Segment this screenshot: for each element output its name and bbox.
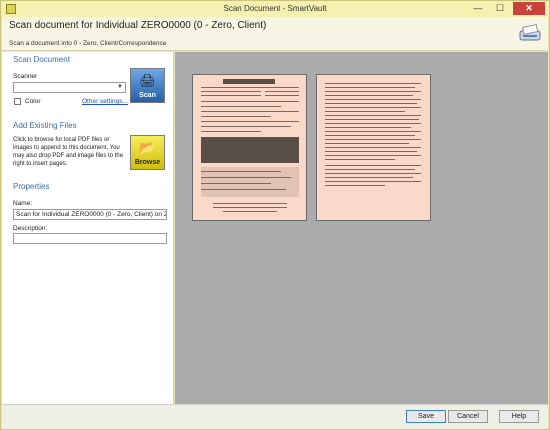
browse-button-label: Browse (134, 159, 161, 166)
properties-heading: Properties (13, 182, 50, 191)
other-settings-link[interactable]: Other settings... (82, 98, 128, 105)
footer: Save Cancel Help (2, 404, 548, 429)
window-title: Scan Document - SmartVault (223, 4, 327, 13)
help-button[interactable]: Help (499, 410, 539, 423)
title-bar[interactable]: Scan Document - SmartVault — ☐ ✕ (1, 1, 549, 17)
color-checkbox[interactable] (14, 98, 21, 105)
add-files-description: Click to browse for local PDF files or i… (13, 137, 124, 167)
browse-button[interactable]: 📂 Browse (130, 135, 165, 170)
scanner-select[interactable]: ▼ (13, 82, 126, 93)
left-panel: Scan Document Scanner ▼ Color Other sett… (2, 52, 174, 404)
page-title: Scan document for Individual ZERO0000 (0… (9, 20, 267, 31)
scanner-glyph-icon: 🖨 (139, 73, 156, 88)
close-button[interactable]: ✕ (513, 2, 545, 15)
folder-icon: 📂 (139, 140, 156, 155)
scanner-icon (519, 24, 541, 41)
preview-page[interactable] (192, 74, 307, 221)
add-existing-files-heading: Add Existing Files (13, 121, 77, 130)
minimize-button[interactable]: — (469, 2, 487, 15)
name-input[interactable]: Scan for Individual ZERO0000 (0 - Zero, … (13, 209, 167, 220)
scan-button-label: Scan (139, 92, 156, 99)
header: Scan document for Individual ZERO0000 (0… (2, 17, 548, 51)
cancel-button[interactable]: Cancel (448, 410, 488, 423)
scan-button[interactable]: 🖨 Scan (130, 68, 165, 103)
color-label: Color (25, 98, 41, 105)
description-label: Description: (13, 225, 48, 232)
preview-page[interactable] (316, 74, 431, 221)
maximize-button[interactable]: ☐ (491, 2, 509, 15)
scanner-label: Scanner (13, 73, 38, 80)
description-input[interactable] (13, 233, 167, 244)
name-label: Name: (13, 200, 33, 207)
save-button[interactable]: Save (406, 410, 446, 423)
page-subtitle: Scan a document into 0 - Zero, Client/Co… (9, 40, 167, 47)
page-preview-area[interactable] (175, 52, 548, 404)
scan-document-heading: Scan Document (13, 55, 70, 64)
scan-document-window: Scan Document - SmartVault — ☐ ✕ Scan do… (0, 0, 550, 430)
chevron-down-icon: ▼ (117, 84, 123, 90)
